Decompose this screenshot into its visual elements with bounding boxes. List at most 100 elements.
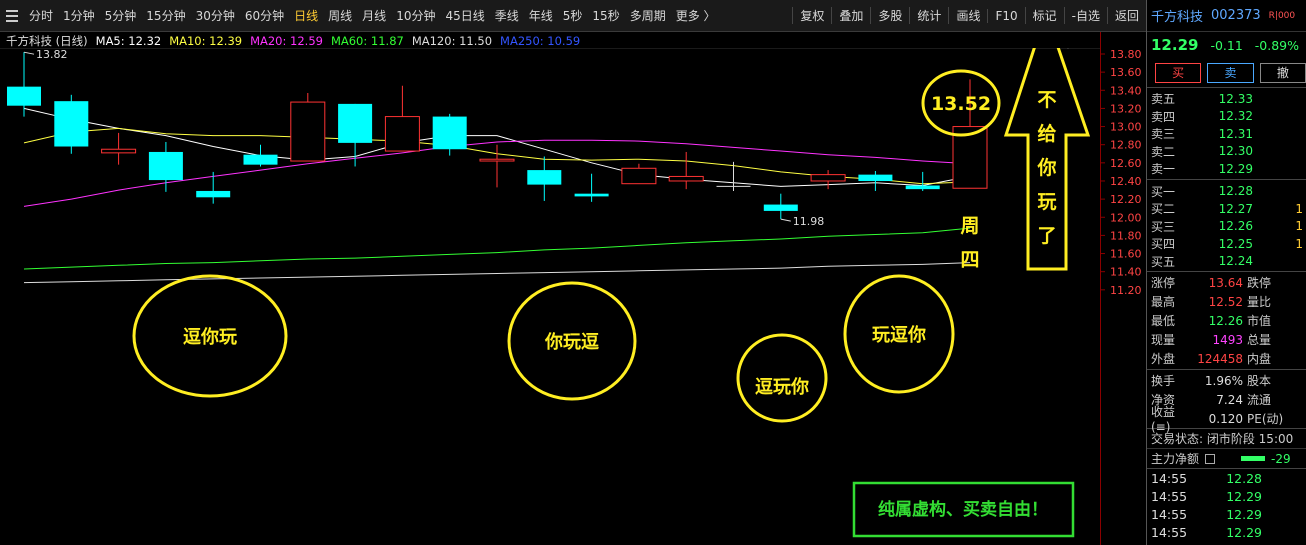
candle[interactable] [243,144,278,167]
period-tab[interactable]: 季线 [490,7,524,24]
period-tab[interactable]: 年线 [524,7,558,24]
arrow-char: 不 [1037,89,1056,111]
period-tab[interactable]: 多周期 [625,7,671,24]
period-tab[interactable]: 月线 [357,7,391,24]
y-tick-label: 12.00 [1110,211,1142,224]
main-flow-value: -29 [1271,451,1291,466]
orderbook-row[interactable]: 买二 12.27 1 [1147,200,1306,218]
period-tab[interactable]: 60分钟 [240,7,289,24]
period-tab[interactable]: 15秒 [587,7,624,24]
candle[interactable] [479,144,515,188]
ask-book: 卖五 12.33 卖四 12.32 卖三 12.31 卖二 12.30 卖一 12.29 [1147,88,1306,178]
period-tab[interactable]: 更多 〉 [671,7,721,24]
period-tab[interactable]: 日线 [289,7,323,24]
stat-label: 换手 [1151,374,1176,388]
stat-value: 0.120 [1208,411,1243,426]
period-tab[interactable]: 30分钟 [191,7,240,24]
candle[interactable] [290,93,326,162]
tick-time: 14:55 [1151,470,1188,486]
candle[interactable] [621,163,657,185]
orderbook-row[interactable]: 买五 12.24 [1147,253,1306,271]
chart-action-button[interactable]: 多股 [870,7,909,24]
orderbook-row[interactable]: 买四 12.25 1 [1147,235,1306,253]
chart-action-button[interactable]: 复权 [792,7,831,24]
period-toolbar: 分时 1分钟 5分钟 15分钟 30分钟 60分钟 日线 周线 月线 10分钟 45日线 季线 年线 5秒… [0,0,1146,32]
orderbook-row[interactable]: 卖五 12.33 [1147,90,1306,108]
candle[interactable] [905,171,940,191]
price-marker-pointer [23,51,35,55]
period-tab[interactable]: 45日线 [440,7,489,24]
chart-action-button[interactable]: F10 [987,8,1024,23]
y-tick-label: 11.80 [1110,229,1142,242]
stat-row: 外盘 124458 内盘 [1147,349,1306,368]
candle[interactable] [858,171,893,191]
menu-icon[interactable] [0,0,24,31]
stock-name[interactable]: 千方科技 [1151,6,1203,25]
kline-chart[interactable]: 13.8211.98逗你玩 你玩逗逗玩你玩逗你13.52周四不给你玩了纯属虚构、买… [0,48,1100,545]
candle[interactable] [668,151,704,190]
period-tab[interactable]: 5秒 [558,7,588,24]
orderbook-price: 12.28 [1218,184,1253,199]
candle[interactable] [101,132,137,165]
orderbook-row[interactable]: 买三 12.26 1 [1147,218,1306,236]
orderbook-row[interactable]: 买一 12.28 [1147,183,1306,201]
list-icon[interactable] [1205,453,1216,464]
chart-action-button[interactable]: -自选 [1063,7,1107,24]
ma-legend-item: MA60: 11.87 [330,34,404,48]
period-tab[interactable]: 1分钟 [58,7,100,24]
candle[interactable] [716,161,751,191]
candle-body [290,101,326,162]
candle-body [196,190,231,198]
orderbook-price: 12.31 [1218,126,1253,141]
main-flow-row: 主力净额 -29 [1147,448,1306,468]
orderbook-row[interactable]: 卖三 12.31 [1147,125,1306,143]
period-tab[interactable]: 15分钟 [141,7,190,24]
candle[interactable] [384,85,420,152]
candle[interactable] [432,113,467,156]
stat-label: 最低 [1151,314,1176,328]
tick-time: 14:55 [1151,488,1188,504]
cancel-order-button[interactable]: 撤 [1259,62,1306,83]
annotation-char: 周 [960,215,979,237]
buy-button[interactable]: 买 [1155,62,1202,83]
candle[interactable] [7,52,41,117]
candle[interactable] [196,171,231,204]
arrow-char: 给 [1037,122,1056,145]
orderbook-row[interactable]: 卖二 12.30 [1147,143,1306,161]
stat-value: 7.24 [1216,392,1243,407]
stat-label-2: 市值 [1247,314,1272,328]
period-tab[interactable]: 周线 [323,7,357,24]
candle-body [432,116,467,150]
chart-stock-label: 千方科技 (日线) [6,34,88,48]
chart-action-button[interactable]: 统计 [909,7,948,24]
tick-time: 14:55 [1151,506,1188,522]
tick-row: 14:55 12.28 [1147,469,1306,487]
annotation-text: 逗玩你 [755,376,809,398]
orderbook-price: 12.29 [1218,161,1253,176]
chart-action-button[interactable]: 画线 [948,7,987,24]
candle-body [810,174,846,182]
orderbook-row[interactable]: 卖四 12.32 [1147,108,1306,126]
chart-action-button[interactable]: 叠加 [831,7,870,24]
candle[interactable] [527,156,562,201]
candle-body [148,151,183,181]
disclaimer-text: 纯属虚构、买卖自由！ [878,499,1048,520]
candle[interactable] [54,94,89,154]
stats-table: 涨停 13.64 跌停 最高 12.52 量比 最低 12.26 市值 现量 1493 总量 外盘 124… [1147,273,1306,368]
chart-action-button[interactable]: 标记 [1024,7,1064,24]
ma-legend: 千方科技 (日线) MA5: 12.32 MA10: 12.39 MA20: 12.… [0,33,1100,49]
candle[interactable] [810,170,846,190]
orderbook-row[interactable]: 卖一 12.29 [1147,160,1306,178]
candle[interactable] [574,173,609,202]
annotation-ellipse: 逗你玩 [132,274,288,398]
stat-row: 换手 1.96% 股本 [1147,371,1306,390]
y-tick-label: 13.80 [1110,48,1142,61]
orderbook-level: 卖四 [1151,109,1176,124]
period-tab[interactable]: 分时 [24,7,58,24]
sell-button[interactable]: 卖 [1207,62,1254,83]
chart-action-button[interactable]: 返回 [1106,7,1146,24]
period-tab[interactable]: 5分钟 [100,7,142,24]
stat-label-2: PE(动) [1247,412,1284,426]
period-tab[interactable]: 10分钟 [391,7,440,24]
price-change-pct: -0.89% [1254,37,1300,53]
